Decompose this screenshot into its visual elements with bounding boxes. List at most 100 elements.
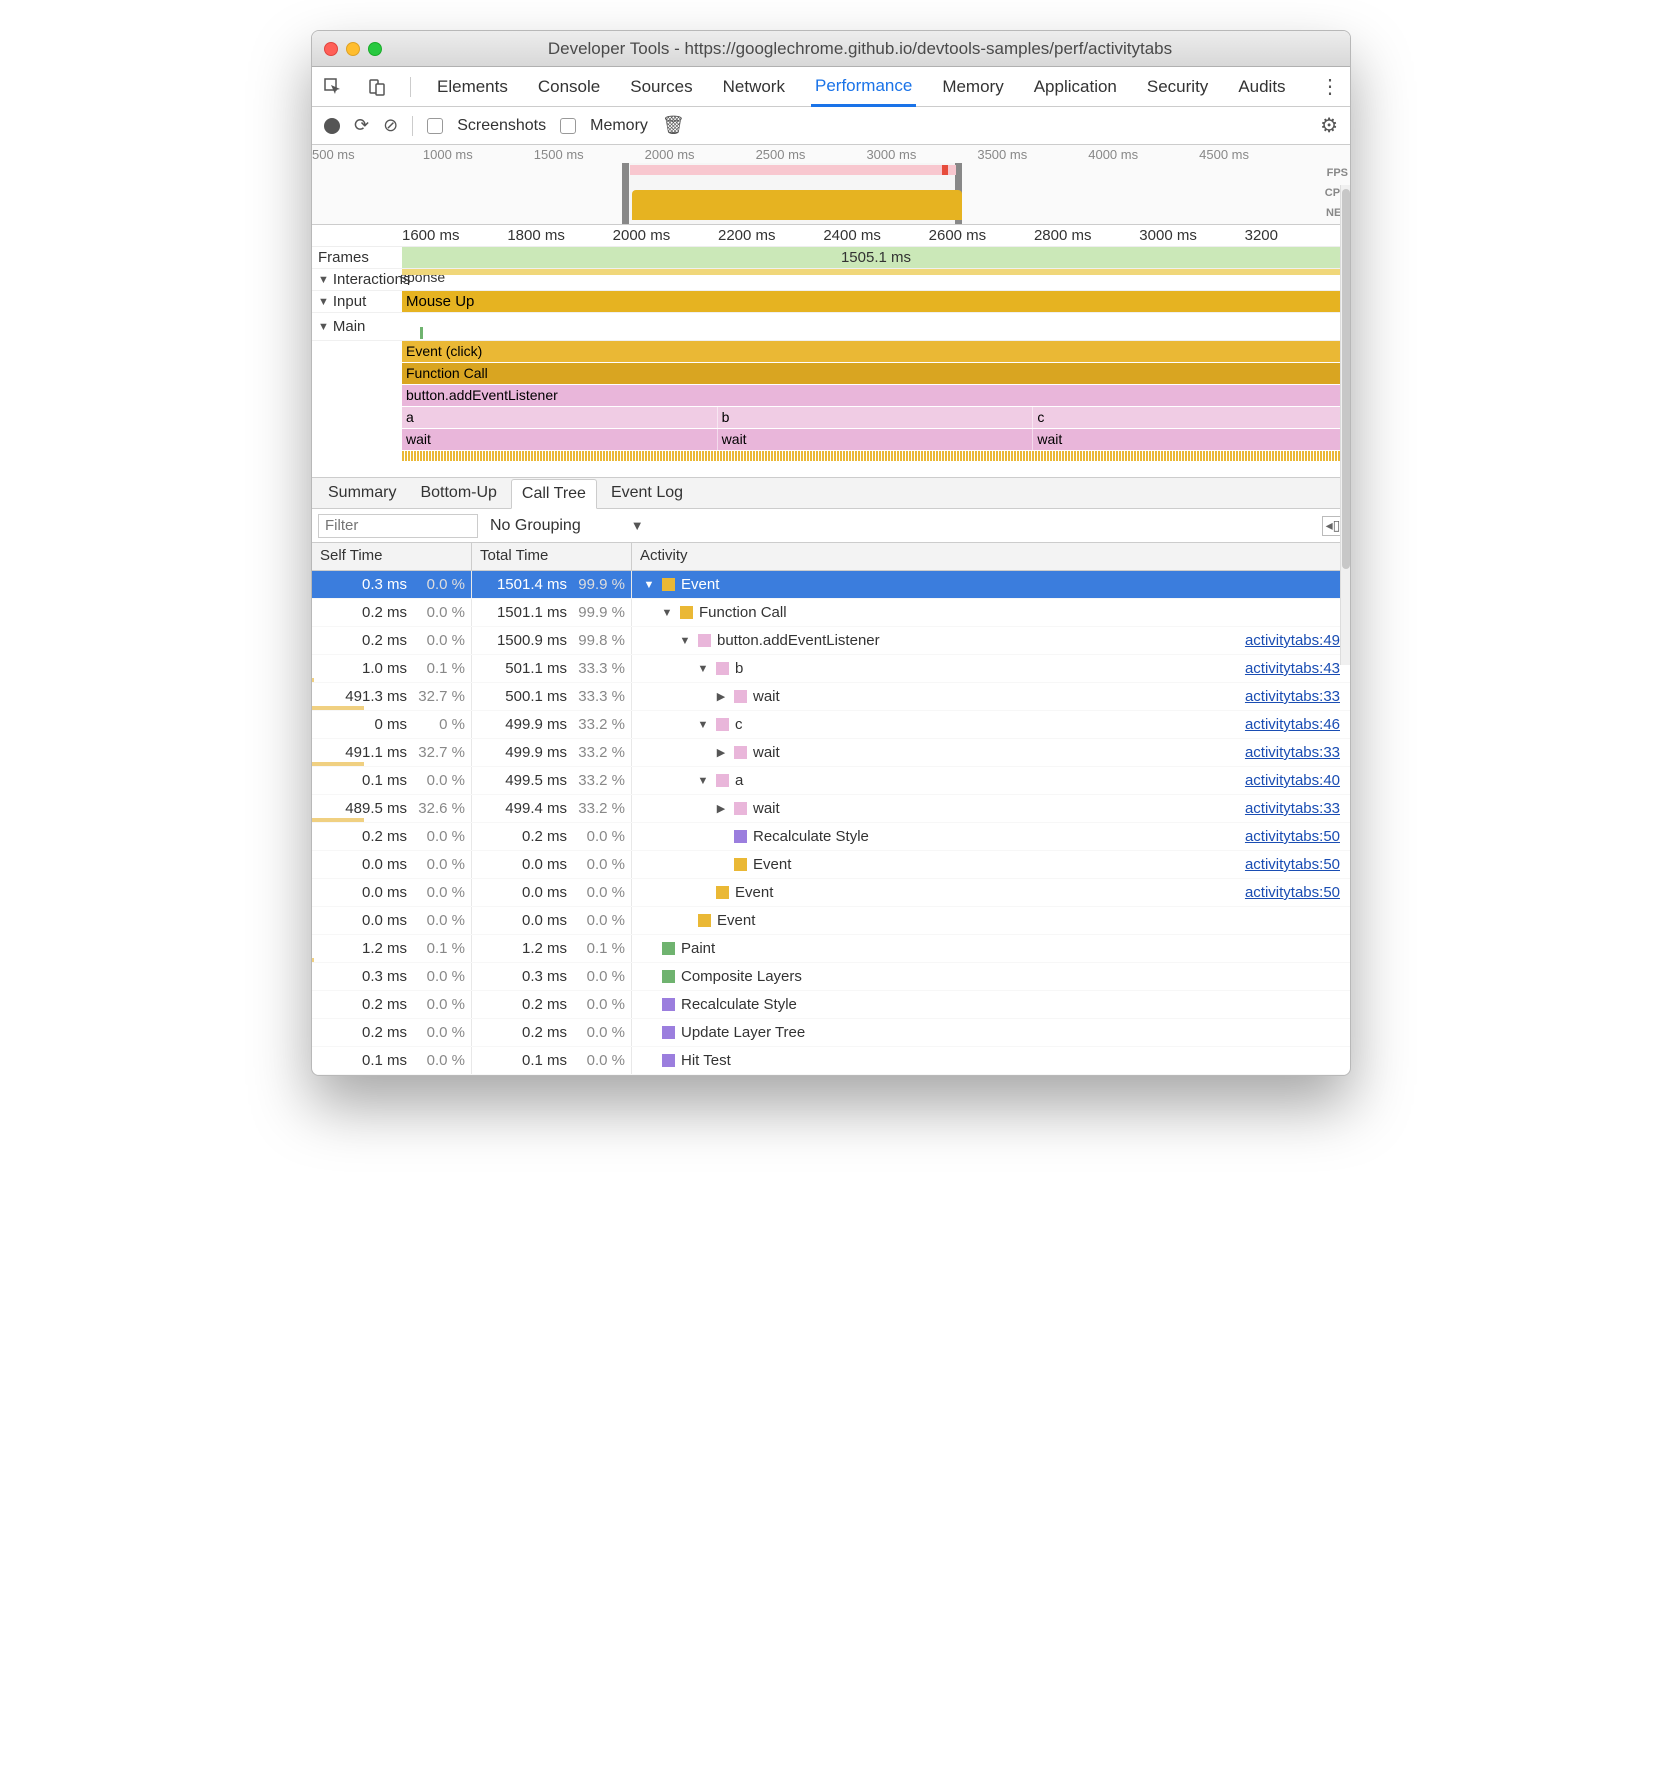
activity-color-swatch xyxy=(662,942,675,955)
chevron-right-icon[interactable]: ▶ xyxy=(714,746,728,759)
flame-function-call[interactable]: Function Call xyxy=(402,363,1350,384)
details-tab-call-tree[interactable]: Call Tree xyxy=(511,479,597,509)
details-tab-bottom-up[interactable]: Bottom-Up xyxy=(410,479,506,507)
grouping-select[interactable]: No Grouping ▼ xyxy=(490,517,644,535)
record-button[interactable] xyxy=(324,118,340,134)
source-link[interactable]: activitytabs:33 xyxy=(1245,688,1340,705)
chevron-right-icon[interactable]: ▶ xyxy=(714,690,728,703)
frames-track[interactable]: Frames 1505.1 ms xyxy=(312,247,1350,269)
call-tree-row[interactable]: 491.1 ms32.7 %499.9 ms33.2 %▶waitactivit… xyxy=(312,739,1350,767)
flame-b[interactable]: b xyxy=(718,407,1034,428)
flame-a[interactable]: a xyxy=(402,407,718,428)
tab-console[interactable]: Console xyxy=(534,69,604,105)
frame-bar[interactable]: 1505.1 ms xyxy=(402,247,1350,268)
chevron-down-icon[interactable]: ▼ xyxy=(696,775,710,787)
call-tree-row[interactable]: 0.0 ms0.0 %0.0 ms0.0 %Event xyxy=(312,907,1350,935)
col-activity[interactable]: Activity xyxy=(632,543,1350,570)
kebab-icon[interactable]: ⋮ xyxy=(1320,74,1340,99)
flame-microtasks[interactable] xyxy=(402,451,1350,461)
source-link[interactable]: activitytabs:33 xyxy=(1245,800,1340,817)
chevron-right-icon[interactable]: ▶ xyxy=(714,802,728,815)
tab-sources[interactable]: Sources xyxy=(626,69,696,105)
interactions-track[interactable]: ▼Interactions sponse xyxy=(312,269,1350,291)
clear-icon[interactable]: ⊘ xyxy=(383,115,398,136)
minimize-icon[interactable] xyxy=(346,42,360,56)
call-tree-row[interactable]: 0.2 ms0.0 %0.2 ms0.0 %Update Layer Tree xyxy=(312,1019,1350,1047)
tab-security[interactable]: Security xyxy=(1143,69,1212,105)
overview-tick: 4500 ms xyxy=(1199,147,1310,163)
source-link[interactable]: activitytabs:50 xyxy=(1245,884,1340,901)
flame-c[interactable]: c xyxy=(1033,407,1349,428)
chevron-down-icon[interactable]: ▼ xyxy=(696,663,710,675)
scrollbar-thumb[interactable] xyxy=(1342,189,1350,569)
col-self-time[interactable]: Self Time xyxy=(312,543,472,570)
tab-elements[interactable]: Elements xyxy=(433,69,512,105)
flame-listener[interactable]: button.addEventListener xyxy=(402,385,1350,406)
filter-input[interactable] xyxy=(318,514,478,538)
input-event-bar[interactable]: Mouse Up xyxy=(402,291,1350,312)
chevron-down-icon[interactable]: ▼ xyxy=(318,321,329,333)
chevron-down-icon[interactable]: ▼ xyxy=(660,607,674,619)
call-tree-row[interactable]: 0.2 ms0.0 %1500.9 ms99.8 %▼button.addEve… xyxy=(312,627,1350,655)
chevron-down-icon[interactable]: ▼ xyxy=(318,296,329,308)
source-link[interactable]: activitytabs:46 xyxy=(1245,716,1340,733)
chevron-down-icon[interactable]: ▼ xyxy=(642,579,656,591)
reload-icon[interactable]: ⟳ xyxy=(354,115,369,136)
source-link[interactable]: activitytabs:43 xyxy=(1245,660,1340,677)
call-tree-row[interactable]: 0.2 ms0.0 %1501.1 ms99.9 %▼Function Call xyxy=(312,599,1350,627)
screenshots-checkbox[interactable] xyxy=(427,118,443,134)
call-tree-row[interactable]: 0.1 ms0.0 %499.5 ms33.2 %▼aactivitytabs:… xyxy=(312,767,1350,795)
call-tree-row[interactable]: 0.0 ms0.0 %0.0 ms0.0 %Eventactivitytabs:… xyxy=(312,879,1350,907)
cell-activity: ▼cactivitytabs:46 xyxy=(632,711,1350,738)
call-tree-row[interactable]: 0 ms0 %499.9 ms33.2 %▼cactivitytabs:46 xyxy=(312,711,1350,739)
cell-activity: Hit Test xyxy=(632,1047,1350,1074)
zoom-icon[interactable] xyxy=(368,42,382,56)
call-tree-row[interactable]: 0.1 ms0.0 %0.1 ms0.0 %Hit Test xyxy=(312,1047,1350,1075)
flame-event[interactable]: Event (click) xyxy=(402,341,1350,362)
details-tab-summary[interactable]: Summary xyxy=(318,479,406,507)
call-tree-row[interactable]: 0.0 ms0.0 %0.0 ms0.0 %Eventactivitytabs:… xyxy=(312,851,1350,879)
chevron-down-icon[interactable]: ▼ xyxy=(696,719,710,731)
call-tree-row[interactable]: 0.2 ms0.0 %0.2 ms0.0 %Recalculate Style xyxy=(312,991,1350,1019)
activity-color-swatch xyxy=(662,998,675,1011)
scrollbar[interactable] xyxy=(1340,185,1350,665)
col-total-time[interactable]: Total Time xyxy=(472,543,632,570)
activity-name: button.addEventListener xyxy=(717,632,880,649)
call-tree-row[interactable]: 0.2 ms0.0 %0.2 ms0.0 %Recalculate Stylea… xyxy=(312,823,1350,851)
call-tree-row[interactable]: 1.2 ms0.1 %1.2 ms0.1 %Paint xyxy=(312,935,1350,963)
tab-performance[interactable]: Performance xyxy=(811,68,916,107)
tab-application[interactable]: Application xyxy=(1030,69,1121,105)
call-tree-row[interactable]: 0.3 ms0.0 %0.3 ms0.0 %Composite Layers xyxy=(312,963,1350,991)
call-tree-row[interactable]: 1.0 ms0.1 %501.1 ms33.3 %▼bactivitytabs:… xyxy=(312,655,1350,683)
tab-network[interactable]: Network xyxy=(719,69,789,105)
tab-memory[interactable]: Memory xyxy=(938,69,1007,105)
activity-color-swatch xyxy=(698,914,711,927)
overview-strip[interactable]: 500 ms1000 ms1500 ms2000 ms2500 ms3000 m… xyxy=(312,145,1350,225)
call-tree-row[interactable]: 0.3 ms0.0 %1501.4 ms99.9 %▼Event xyxy=(312,571,1350,599)
device-icon[interactable] xyxy=(366,76,388,98)
call-tree-row[interactable]: 489.5 ms32.6 %499.4 ms33.2 %▶waitactivit… xyxy=(312,795,1350,823)
source-link[interactable]: activitytabs:33 xyxy=(1245,744,1340,761)
chevron-down-icon[interactable]: ▼ xyxy=(678,635,692,647)
chevron-down-icon[interactable]: ▼ xyxy=(318,274,329,286)
trash-icon[interactable]: 🗑 xyxy=(662,115,685,136)
memory-checkbox[interactable] xyxy=(560,118,576,134)
tab-audits[interactable]: Audits xyxy=(1234,69,1289,105)
cell-self-time: 0.2 ms0.0 % xyxy=(312,1019,472,1046)
source-link[interactable]: activitytabs:40 xyxy=(1245,772,1340,789)
source-link[interactable]: activitytabs:49 xyxy=(1245,632,1340,649)
flame-wait[interactable]: wait xyxy=(718,429,1034,450)
flame-wait[interactable]: wait xyxy=(402,429,718,450)
gear-icon[interactable]: ⚙ xyxy=(1320,113,1338,138)
flame-chart[interactable]: 1600 ms1800 ms2000 ms2200 ms2400 ms2600 … xyxy=(312,225,1350,477)
input-track[interactable]: ▼Input Mouse Up xyxy=(312,291,1350,313)
close-icon[interactable] xyxy=(324,42,338,56)
call-tree-row[interactable]: 491.3 ms32.7 %500.1 ms33.3 %▶waitactivit… xyxy=(312,683,1350,711)
flame-wait[interactable]: wait xyxy=(1033,429,1349,450)
inspect-icon[interactable] xyxy=(322,76,344,98)
cell-total-time: 1501.1 ms99.9 % xyxy=(472,599,632,626)
details-tab-event-log[interactable]: Event Log xyxy=(601,479,693,507)
source-link[interactable]: activitytabs:50 xyxy=(1245,828,1340,845)
main-track-header[interactable]: ▼Main xyxy=(312,313,1350,341)
source-link[interactable]: activitytabs:50 xyxy=(1245,856,1340,873)
